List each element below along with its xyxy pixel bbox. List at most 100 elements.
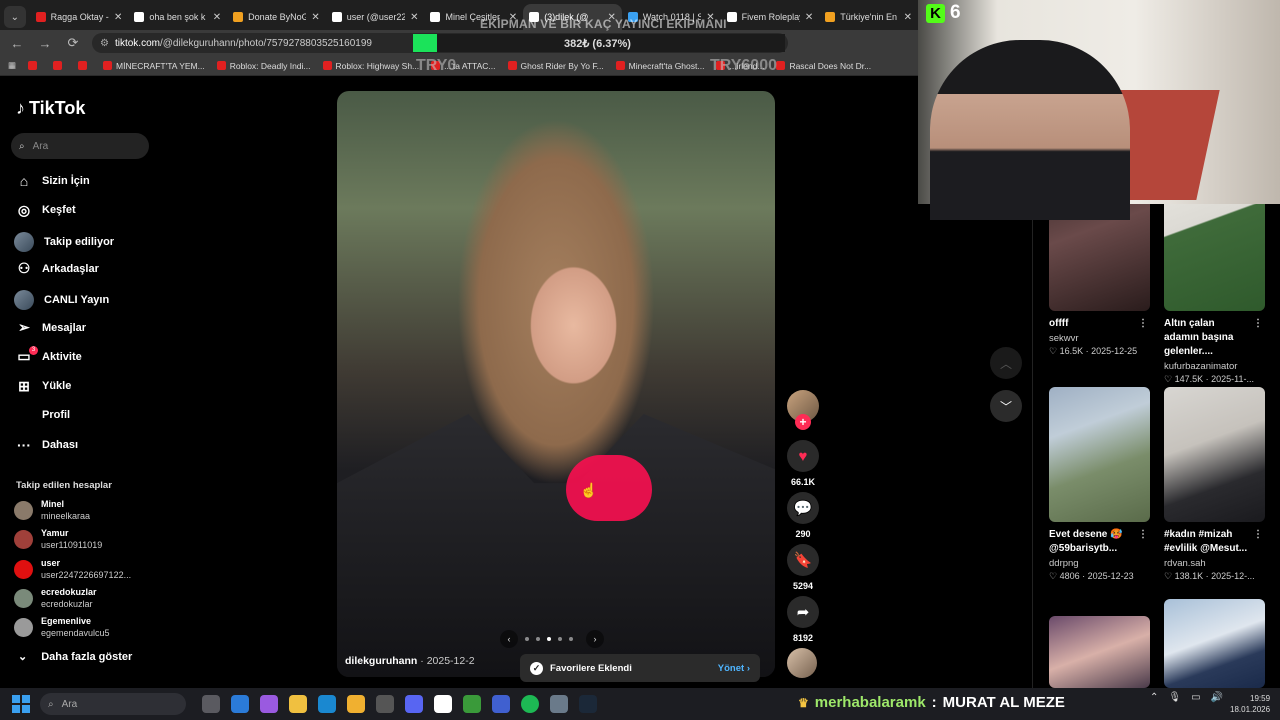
sidebar-item[interactable]: ⊞ Yükle [16, 378, 71, 394]
browser-tab[interactable]: Donate ByNoG ✕ [227, 4, 326, 30]
browser-tab[interactable]: oha ben şok k ✕ [128, 4, 227, 30]
browser-tab[interactable]: Fivem Roleplay ✕ [721, 4, 820, 30]
spotify-icon[interactable] [521, 695, 539, 713]
apps-icon[interactable]: ▦ [8, 60, 16, 71]
following-account[interactable]: ecredokuzlar ecredokuzlar [14, 586, 97, 610]
author-name[interactable]: dilekguruhann [345, 655, 417, 667]
toast-manage-link[interactable]: Yönet › [718, 663, 750, 674]
carousel-dot[interactable] [525, 637, 529, 641]
share-button[interactable]: ➦ [787, 596, 819, 628]
bookmark-item[interactable] [53, 61, 66, 70]
task-view-icon[interactable] [202, 695, 220, 713]
network-icon[interactable]: ▭ [1191, 692, 1200, 703]
next-post-button[interactable]: ﹀ [990, 390, 1022, 422]
close-icon[interactable]: ✕ [805, 12, 813, 23]
carousel-dot[interactable] [569, 637, 573, 641]
app-icon[interactable] [550, 695, 568, 713]
carousel-dot[interactable] [536, 637, 540, 641]
sidebar-item[interactable]: ◎ Keşfet [16, 202, 76, 218]
reload-icon[interactable]: ⟳ [64, 35, 82, 51]
carousel-prev-button[interactable]: ‹ [500, 630, 518, 648]
favorite-button[interactable]: 🔖 [787, 544, 819, 576]
close-icon[interactable]: ✕ [904, 12, 912, 23]
bookmark-item[interactable] [78, 61, 91, 70]
more-icon[interactable]: ⋮ [1253, 317, 1263, 331]
discord-icon[interactable] [405, 695, 423, 713]
edge-icon[interactable] [318, 695, 336, 713]
sidebar-item[interactable]: CANLI Yayın [14, 290, 109, 311]
taskbar-search[interactable]: ⌕ Ara [40, 693, 186, 715]
sidebar-item[interactable]: ➢ Mesajlar [16, 319, 86, 336]
forward-icon[interactable]: → [36, 36, 54, 51]
recommended-card[interactable]: Evet desene 🥵 @59barisytb... ⋮ ddrpng ♡ 480… [1049, 387, 1150, 582]
site-info-icon[interactable]: ⚙ [100, 38, 109, 49]
sound-avatar[interactable] [787, 648, 817, 678]
recommended-card[interactable] [1164, 599, 1265, 688]
card-author[interactable]: sekwvr [1049, 333, 1150, 344]
show-more-button[interactable]: ⌄ Daha fazla göster [18, 650, 132, 664]
previous-post-button[interactable]: ︿ [990, 347, 1022, 379]
card-author[interactable]: rdvan.sah [1164, 558, 1265, 569]
volume-icon[interactable]: 🔊 [1211, 692, 1223, 703]
card-title[interactable]: Evet desene 🥵 @59barisytb... ⋮ [1049, 528, 1150, 556]
follow-plus-button[interactable]: + [795, 414, 811, 430]
close-icon[interactable]: ✕ [311, 12, 319, 23]
tiktok-logo[interactable]: ♪ TikTok [16, 98, 85, 119]
copilot-icon[interactable] [260, 695, 278, 713]
bookmark-item[interactable]: Roblox: Deadly Indi... [216, 61, 311, 71]
recommended-card[interactable]: Altın çalan adamın başına gelenler.... ⋮ k… [1164, 176, 1265, 385]
bookmark-item[interactable]: Ghost Rider By Yo F... [507, 61, 604, 71]
bookmark-item[interactable]: MİNECRAFT'TA YEM... [103, 61, 205, 71]
video-thumbnail[interactable] [1049, 616, 1150, 688]
search-input[interactable]: ⌕ Ara [11, 133, 149, 159]
video-thumbnail[interactable] [1164, 599, 1265, 688]
card-title[interactable]: #kadın #mizah #evlilik @Mesut... ⋮ [1164, 528, 1265, 556]
recommended-card[interactable]: #kadın #mizah #evlilik @Mesut... ⋮ rdvan.s… [1164, 387, 1265, 582]
video-thumbnail[interactable] [1164, 387, 1265, 522]
taskbar-clock[interactable]: 19:59 18.01.2026 [1230, 693, 1270, 715]
video-thumbnail[interactable] [1049, 387, 1150, 522]
tab-search-button[interactable]: ⌄ [4, 6, 26, 28]
bookmark-item[interactable] [28, 61, 41, 70]
more-icon[interactable]: ⋮ [1138, 528, 1148, 542]
following-account[interactable]: Yamur user110911019 [14, 527, 102, 551]
windows-start-icon[interactable] [12, 695, 30, 713]
chevron-up-icon[interactable]: ⌃ [1150, 692, 1158, 703]
following-account[interactable]: Minel mineelkaraa [14, 498, 90, 522]
bookmark-item[interactable]: Roblox: Highway Sh... [322, 61, 419, 71]
comment-button[interactable]: 💬 [787, 492, 819, 524]
card-title[interactable]: offff ⋮ [1049, 317, 1150, 331]
browser-tab[interactable]: Ragga Oktay - ✕ [30, 4, 129, 30]
sidebar-item[interactable]: Profil [16, 407, 70, 423]
carousel-dot[interactable] [558, 637, 562, 641]
sidebar-item[interactable]: ▭ Aktivite [16, 348, 81, 365]
steam-icon[interactable] [579, 695, 597, 713]
bookmark-item[interactable]: Rascal Does Not Dr... [776, 61, 871, 71]
following-account[interactable]: user user2247226697122... [14, 557, 131, 581]
recommended-card[interactable] [1049, 616, 1150, 688]
obs-icon[interactable] [376, 695, 394, 713]
store-icon[interactable] [347, 695, 365, 713]
more-icon[interactable]: ⋮ [1138, 317, 1148, 331]
carousel-next-button[interactable]: › [586, 630, 604, 648]
capcut-icon[interactable] [434, 695, 452, 713]
card-title[interactable]: Altın çalan adamın başına gelenler.... ⋮ [1164, 317, 1265, 359]
card-author[interactable]: ddrpng [1049, 558, 1150, 569]
chrome-icon[interactable] [231, 695, 249, 713]
like-button[interactable]: ♥ [787, 440, 819, 472]
minecraft-icon[interactable] [463, 695, 481, 713]
browser-tab[interactable]: user (@user22 ✕ [326, 4, 425, 30]
sidebar-item[interactable]: ··· Dahası [16, 437, 78, 453]
following-account[interactable]: Egemenlive egemendavulcu5 [14, 615, 110, 639]
close-icon[interactable]: ✕ [410, 12, 418, 23]
sidebar-item[interactable]: ⌂ Sizin İçin [16, 173, 90, 189]
close-icon[interactable]: ✕ [114, 12, 122, 23]
card-author[interactable]: kufurbazanimator [1164, 361, 1265, 372]
close-icon[interactable]: ✕ [213, 12, 221, 23]
post-author[interactable]: dilekguruhann · 2025-12-2 [345, 655, 475, 667]
sidebar-item[interactable]: ⚇ Arkadaşlar [16, 260, 99, 277]
more-icon[interactable]: ⋮ [1253, 528, 1263, 542]
microphone-icon[interactable]: 🎙 [1168, 692, 1181, 703]
file-explorer-icon[interactable] [289, 695, 307, 713]
bookmark-item[interactable]: Minecraft'ta Ghost... [615, 61, 704, 71]
